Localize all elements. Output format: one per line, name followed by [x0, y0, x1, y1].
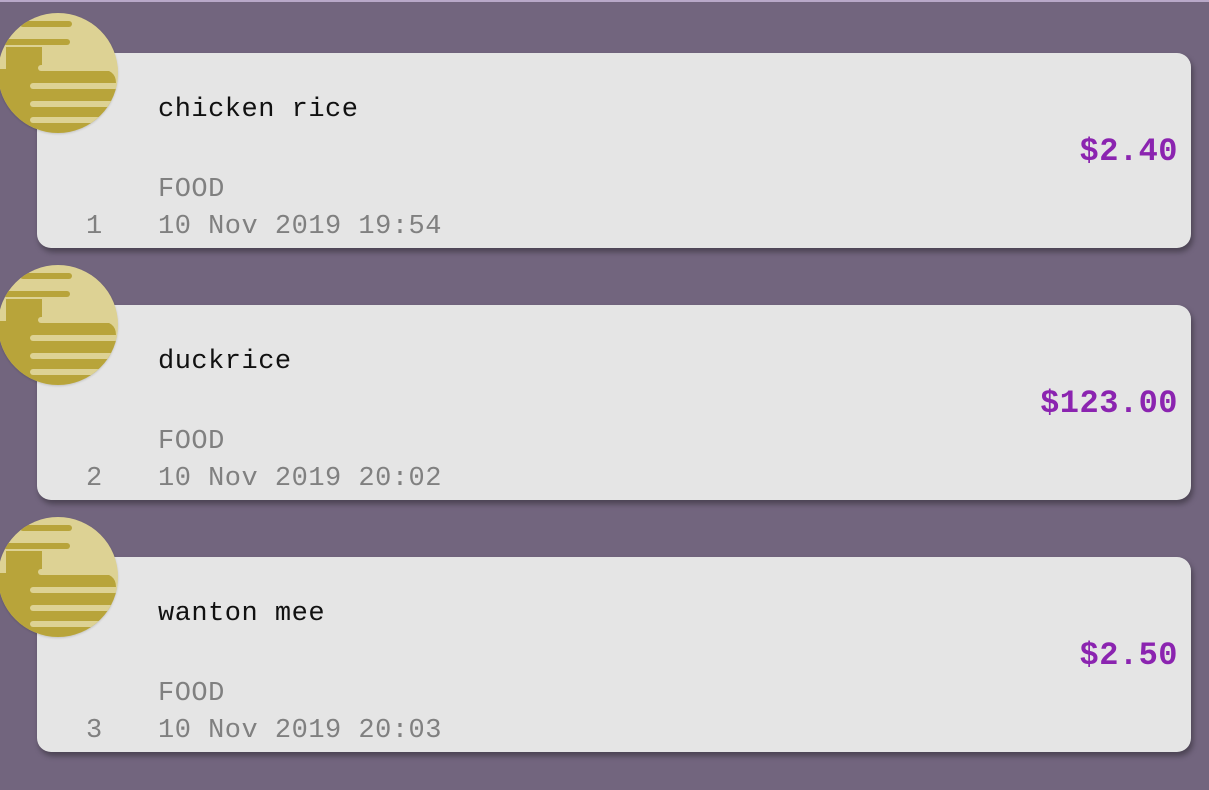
expense-list-item[interactable]: wanton mee FOOD 3 10 Nov 2019 20:03 $2.5… — [0, 514, 1209, 754]
expense-category: FOOD — [158, 175, 225, 205]
expense-datetime: 10 Nov 2019 20:02 — [158, 464, 442, 494]
expense-index: 3 — [86, 716, 103, 746]
expense-index: 1 — [86, 212, 103, 242]
expense-list-item[interactable]: chicken rice FOOD 1 10 Nov 2019 19:54 $2… — [0, 10, 1209, 250]
expense-list[interactable]: chicken rice FOOD 1 10 Nov 2019 19:54 $2… — [0, 0, 1209, 790]
expense-description: wanton mee — [158, 599, 326, 629]
expense-category: FOOD — [158, 427, 225, 457]
expense-index: 2 — [86, 464, 103, 494]
food-icon — [0, 517, 118, 637]
expense-description: chicken rice — [158, 95, 359, 125]
expense-description: duckrice — [158, 347, 292, 377]
expense-category: FOOD — [158, 679, 225, 709]
expense-amount: $2.40 — [1079, 133, 1178, 170]
expense-list-item[interactable]: duckrice FOOD 2 10 Nov 2019 20:02 $123.0… — [0, 262, 1209, 502]
expense-amount: $2.50 — [1079, 637, 1178, 674]
expense-amount: $123.00 — [1040, 385, 1178, 422]
expense-datetime: 10 Nov 2019 19:54 — [158, 212, 442, 242]
expense-datetime: 10 Nov 2019 20:03 — [158, 716, 442, 746]
food-icon — [0, 13, 118, 133]
food-icon — [0, 265, 118, 385]
